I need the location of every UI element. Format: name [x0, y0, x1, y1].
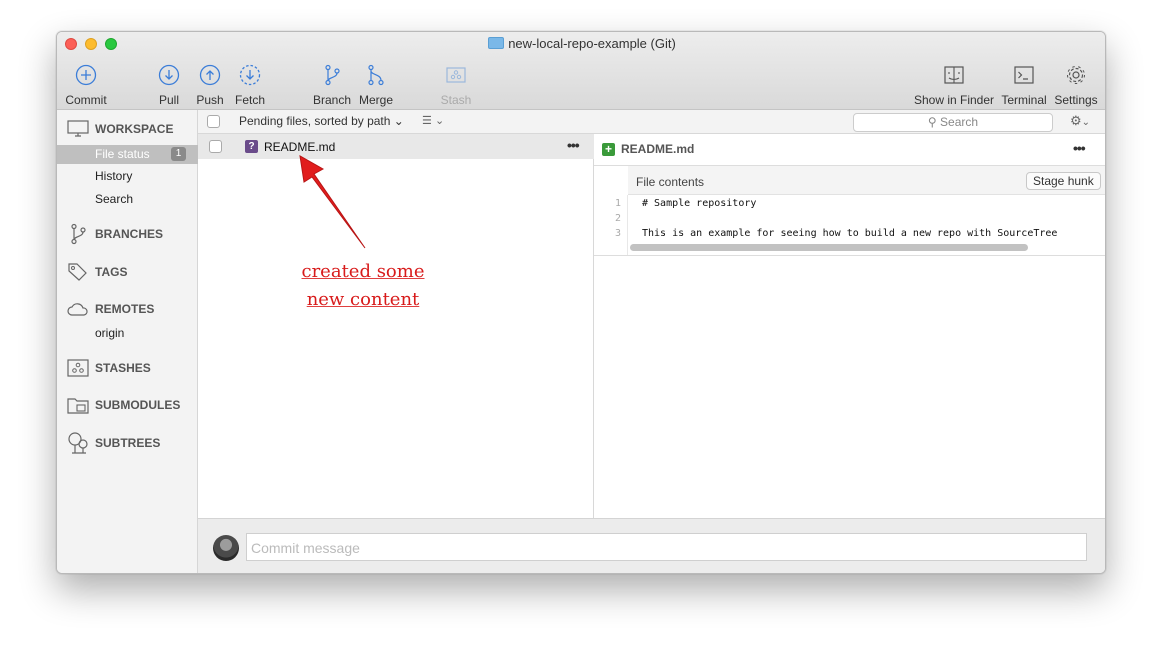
- annotation-text: created some new content: [301, 261, 425, 310]
- annotation-arrow: [299, 155, 366, 249]
